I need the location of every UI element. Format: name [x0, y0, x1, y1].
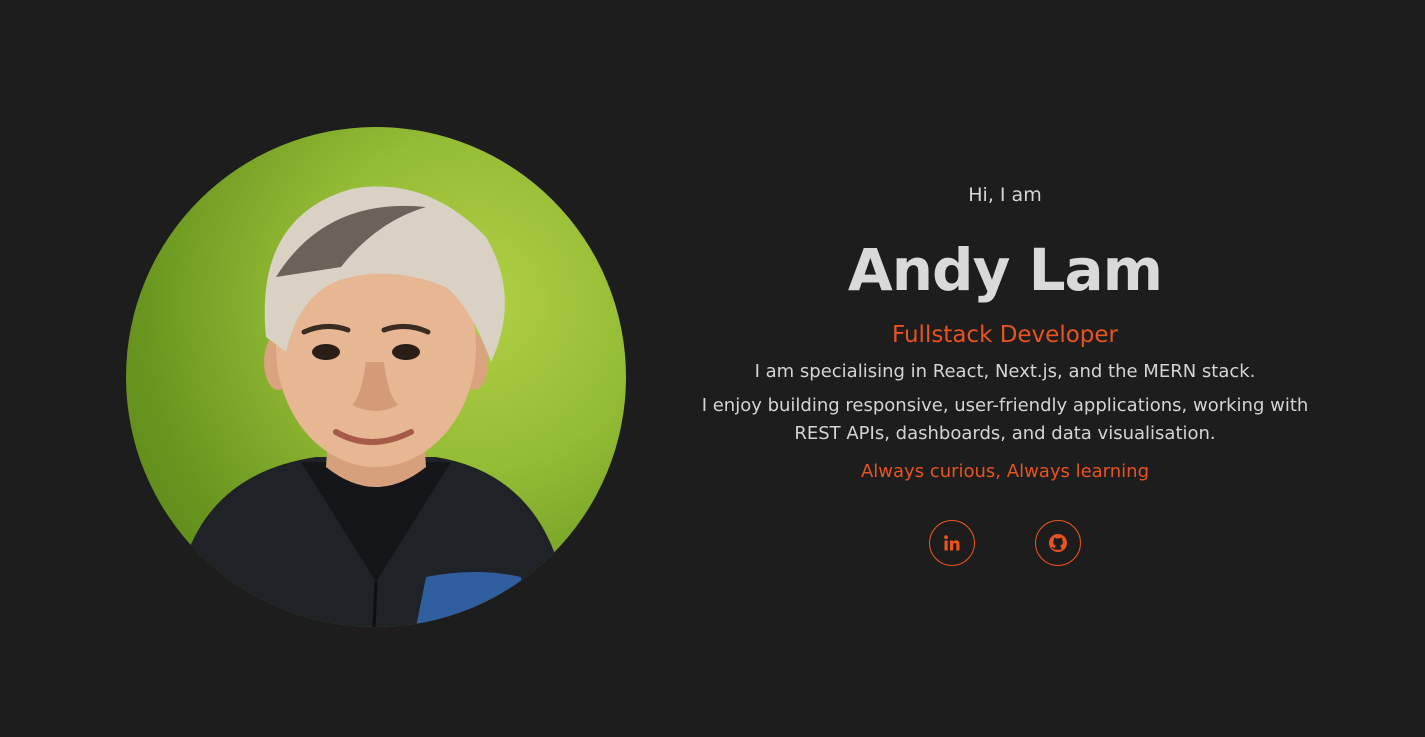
bio-line-2: I enjoy building responsive, user-friend…: [701, 395, 1309, 444]
social-links: [700, 520, 1310, 566]
linkedin-icon: [944, 535, 960, 551]
profile-photo-illustration: [186, 186, 556, 627]
role-title: Fullstack Developer: [892, 322, 1118, 348]
linkedin-button[interactable]: [929, 520, 975, 566]
github-button[interactable]: [1035, 520, 1081, 566]
hero-section: Hi, I am Andy Lam Fullstack Developer I …: [0, 0, 1425, 737]
hero-name: Andy Lam: [847, 236, 1163, 304]
intro-panel: Hi, I am Andy Lam Fullstack Developer I …: [700, 180, 1310, 566]
greeting-text: Hi, I am: [968, 184, 1042, 206]
tagline-text: Always curious, Always learning: [860, 461, 1150, 482]
bio-line-1: I am specialising in React, Next.js, and…: [754, 361, 1256, 382]
profile-photo: [126, 127, 626, 627]
github-icon: [1049, 534, 1067, 552]
